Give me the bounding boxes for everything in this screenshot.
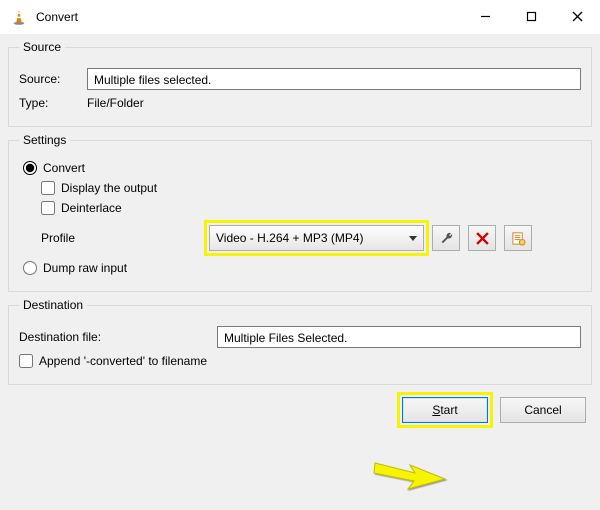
destination-field-value: Multiple Files Selected. xyxy=(224,331,347,345)
new-profile-button[interactable] xyxy=(504,225,532,251)
window-title: Convert xyxy=(36,10,78,24)
append-converted-checkbox[interactable]: Append '-converted' to filename xyxy=(19,354,581,368)
profile-dropdown-value: Video - H.264 + MP3 (MP4) xyxy=(216,231,403,245)
titlebar: Convert xyxy=(0,0,600,34)
app-icon xyxy=(10,8,28,26)
dump-raw-label: Dump raw input xyxy=(43,261,127,275)
maximize-button[interactable] xyxy=(508,2,554,32)
cancel-button-label: Cancel xyxy=(524,403,561,417)
type-value: File/Folder xyxy=(87,96,144,110)
type-label: Type: xyxy=(19,96,79,110)
profile-label: Profile xyxy=(41,231,201,245)
dump-raw-radio-input[interactable] xyxy=(23,261,37,275)
destination-label: Destination file: xyxy=(19,330,209,344)
append-converted-label: Append '-converted' to filename xyxy=(39,354,207,368)
chevron-down-icon xyxy=(409,236,417,241)
profile-dropdown[interactable]: Video - H.264 + MP3 (MP4) xyxy=(209,225,424,251)
settings-legend: Settings xyxy=(19,133,70,147)
delete-profile-button[interactable] xyxy=(468,225,496,251)
dialog-button-bar: Start Cancel xyxy=(8,391,592,425)
deinterlace-checkbox[interactable]: Deinterlace xyxy=(41,201,581,215)
convert-radio-input[interactable] xyxy=(23,161,37,175)
start-button-label: Start xyxy=(432,403,457,417)
deinterlace-label: Deinterlace xyxy=(61,201,122,215)
convert-radio-label: Convert xyxy=(43,161,85,175)
settings-group: Settings Convert Display the output Dein… xyxy=(8,133,592,292)
minimize-button[interactable] xyxy=(462,2,508,32)
source-field-value: Multiple files selected. xyxy=(94,73,211,87)
source-field[interactable]: Multiple files selected. xyxy=(87,68,581,90)
source-group: Source Source: Multiple files selected. … xyxy=(8,40,592,127)
deinterlace-checkbox-input[interactable] xyxy=(41,201,55,215)
source-legend: Source xyxy=(19,40,65,54)
destination-legend: Destination xyxy=(19,298,87,312)
cancel-button[interactable]: Cancel xyxy=(500,397,586,423)
source-label: Source: xyxy=(19,72,79,86)
close-button[interactable] xyxy=(554,2,600,32)
dump-raw-radio[interactable]: Dump raw input xyxy=(23,261,581,275)
delete-icon xyxy=(476,232,489,245)
display-output-checkbox[interactable]: Display the output xyxy=(41,181,581,195)
wrench-icon xyxy=(439,231,454,246)
start-button[interactable]: Start xyxy=(402,397,488,423)
edit-profile-button[interactable] xyxy=(432,225,460,251)
display-output-checkbox-input[interactable] xyxy=(41,181,55,195)
append-converted-checkbox-input[interactable] xyxy=(19,354,33,368)
destination-field[interactable]: Multiple Files Selected. xyxy=(217,326,581,348)
destination-group: Destination Destination file: Multiple F… xyxy=(8,298,592,385)
display-output-label: Display the output xyxy=(61,181,157,195)
new-profile-icon xyxy=(511,231,526,246)
convert-radio[interactable]: Convert xyxy=(23,161,581,175)
